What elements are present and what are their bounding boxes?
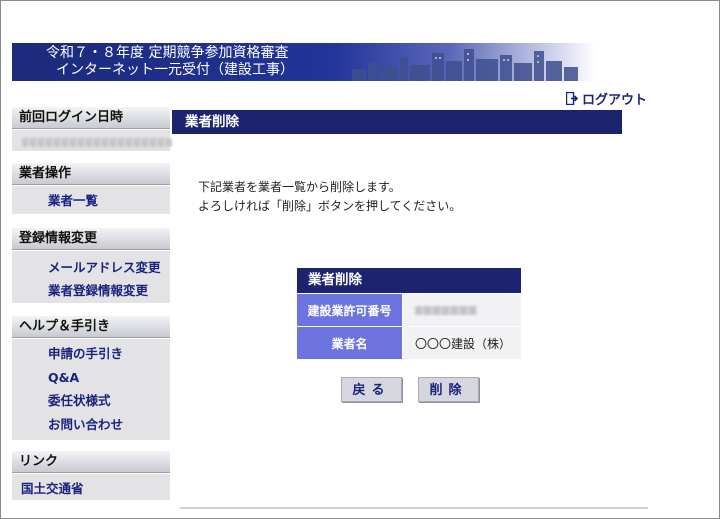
last-login-panel [12,130,172,151]
vendor-name-value: 〇〇〇建設（株） [402,327,521,359]
sidebar-item-guide[interactable]: 申請の手引き [48,342,170,366]
registration-heading: 登録情報変更 [12,228,170,250]
vendor-delete-table: 業者削除 建設業許可番号 業者名 〇〇〇建設（株） [297,268,521,359]
sidebar-item-mlit[interactable]: 国土交通省 [21,478,170,497]
section-title: 業者削除 [172,110,622,134]
table-row: 業者名 〇〇〇建設（株） [297,326,521,359]
instruction-message: 下記業者を業者一覧から削除します。 よろしければ「削除」ボタンを押してください。 [198,178,461,216]
sidebar-item-vendor-list[interactable]: 業者一覧 [48,190,170,209]
footer-divider [180,507,648,509]
delete-button[interactable]: 削除 [418,377,479,402]
sidebar-item-faq[interactable]: Q&A [48,366,170,390]
last-login-heading: 前回ログイン日時 [12,107,170,129]
banner-title: 令和７・８年度 定期競争参加資格審査 インターネット一元受付（建設工事） [46,45,294,79]
permit-number-redacted [415,305,477,315]
sidebar-item-contact[interactable]: お問い合わせ [48,413,170,437]
cityscape-image [352,49,578,81]
logout-icon [566,92,578,105]
vendor-ops-heading: 業者操作 [12,163,170,185]
sidebar-item-email-change[interactable]: メールアドレス変更 [48,256,170,279]
back-button[interactable]: 戻る [341,377,402,402]
table-row: 建設業許可番号 [297,293,521,326]
vendor-name-label: 業者名 [297,327,402,359]
help-panel: 申請の手引き Q&A 委任状様式 お問い合わせ [12,339,170,440]
last-login-value-redacted [22,138,172,147]
permit-number-value [402,294,521,326]
banner-title-line2: インターネット一元受付（建設工事） [56,62,294,78]
sidebar-item-proxy-form[interactable]: 委任状様式 [48,389,170,413]
links-panel: 国土交通省 [12,474,170,500]
permit-number-label: 建設業許可番号 [297,294,402,326]
table-title: 業者削除 [297,268,521,293]
registration-panel: メールアドレス変更 業者登録情報変更 [12,251,170,303]
links-heading: リンク [12,451,170,473]
help-heading: ヘルプ＆手引き [12,316,170,338]
message-line-1: 下記業者を業者一覧から削除します。 [198,180,401,194]
sidebar-item-vendor-info-change[interactable]: 業者登録情報変更 [48,279,170,302]
vendor-ops-panel: 業者一覧 [12,186,170,214]
header-banner: 令和７・８年度 定期競争参加資格審査 インターネット一元受付（建設工事） [12,43,595,81]
logout-label: ログアウト [582,93,648,108]
logout-link[interactable]: ログアウト [566,89,647,108]
banner-title-line1: 令和７・８年度 定期競争参加資格審査 [46,45,289,61]
message-line-2: よろしければ「削除」ボタンを押してください。 [198,199,462,213]
